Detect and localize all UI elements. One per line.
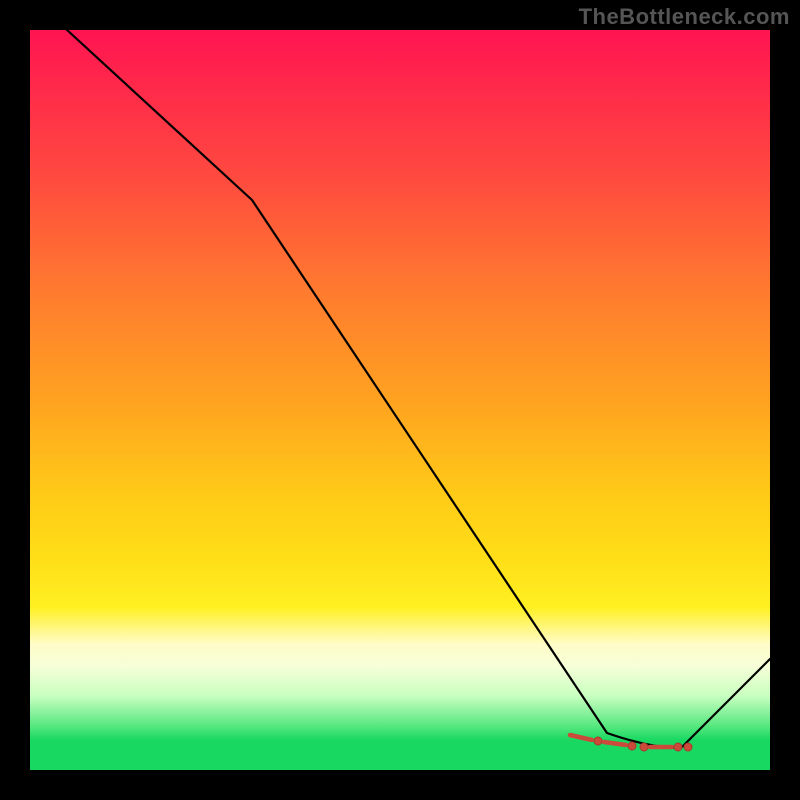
plot-area bbox=[30, 30, 770, 770]
marker-dot bbox=[684, 743, 692, 751]
chart-frame: TheBottleneck.com bbox=[0, 0, 800, 800]
marker-dot bbox=[674, 743, 682, 751]
primary-curve bbox=[67, 30, 770, 748]
marker-dash bbox=[570, 735, 592, 740]
watermark-label: TheBottleneck.com bbox=[579, 4, 790, 30]
chart-svg bbox=[30, 30, 770, 770]
marker-dot bbox=[628, 742, 636, 750]
marker-dot bbox=[640, 743, 648, 751]
marker-dash bbox=[604, 742, 626, 745]
marker-dot bbox=[594, 737, 602, 745]
